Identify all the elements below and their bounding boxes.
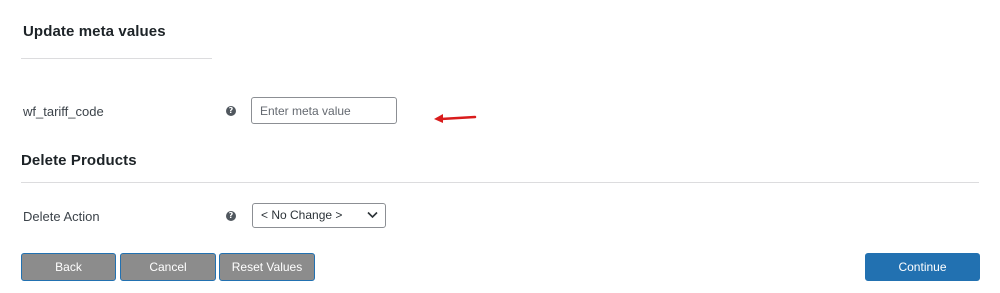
red-arrow-icon xyxy=(434,114,477,123)
cancel-button[interactable]: Cancel xyxy=(120,253,216,281)
reset-values-button[interactable]: Reset Values xyxy=(219,253,315,281)
question-circle-icon[interactable]: ? xyxy=(226,211,236,221)
chevron-down-icon xyxy=(367,211,378,219)
wf-tariff-code-label: wf_tariff_code xyxy=(23,104,104,119)
back-button[interactable]: Back xyxy=(21,253,116,281)
meta-value-input[interactable] xyxy=(251,97,397,124)
delete-action-label: Delete Action xyxy=(23,209,100,224)
delete-action-select[interactable]: < No Change > xyxy=(252,203,386,228)
question-circle-icon[interactable]: ? xyxy=(226,106,236,116)
delete-products-divider xyxy=(21,182,979,183)
update-meta-divider xyxy=(21,58,212,59)
bulk-edit-panel: Update meta values wf_tariff_code ? Dele… xyxy=(0,0,1000,293)
continue-button[interactable]: Continue xyxy=(865,253,980,281)
update-meta-title: Update meta values xyxy=(23,23,166,40)
delete-products-title: Delete Products xyxy=(21,152,137,169)
delete-action-selected-value: < No Change > xyxy=(261,208,343,222)
